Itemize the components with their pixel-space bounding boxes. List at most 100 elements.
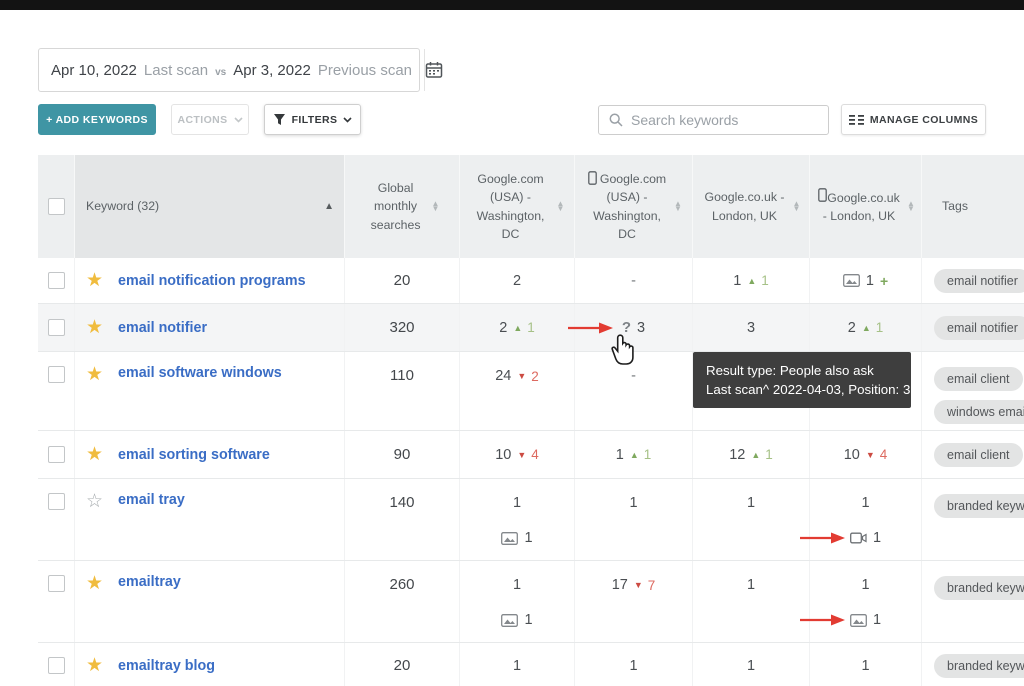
search-volume-value: 320 (389, 319, 414, 336)
keyword-link[interactable]: emailtray (118, 574, 181, 590)
column-header-tags[interactable]: Tags (922, 155, 1024, 258)
position-value: - (631, 273, 636, 289)
row-checkbox[interactable] (48, 446, 65, 463)
search-icon (609, 113, 623, 127)
position-cell: 2▲1 (460, 304, 575, 351)
search-volume-value: 20 (394, 657, 411, 674)
column-header-keyword[interactable]: Keyword (32) ▲ (75, 155, 345, 258)
search-keywords-input[interactable] (631, 112, 818, 128)
keyword-link[interactable]: email software windows (118, 365, 282, 381)
mobile-phone-icon (818, 191, 827, 205)
favorite-star-icon[interactable]: ★ (86, 656, 103, 675)
keyword-link[interactable]: email sorting software (118, 447, 270, 463)
table-row: ☆email tray140111111branded keyword (38, 479, 1024, 561)
favorite-star-icon[interactable]: ★ (86, 318, 103, 337)
tags-cell: email notifier (922, 258, 1024, 303)
position-change: ▲1 (513, 320, 534, 335)
favorite-star-outline-icon[interactable]: ☆ (86, 492, 103, 511)
column-header-google-uk-mobile[interactable]: Google.co.uk - London, UK ▲▼ (810, 155, 922, 258)
sort-icon: ▲▼ (557, 202, 565, 212)
sort-icon: ▲▼ (674, 202, 682, 212)
last-scan-date: Apr 10, 2022 (51, 62, 137, 79)
select-all-checkbox[interactable] (48, 198, 65, 215)
sort-icon: ▲▼ (793, 202, 801, 212)
favorite-star-icon[interactable]: ★ (86, 365, 103, 384)
row-checkbox[interactable] (48, 319, 65, 336)
position-value: 1 (747, 495, 755, 511)
actions-button[interactable]: ACTIONS (171, 104, 249, 135)
position-value: 1 (873, 612, 881, 628)
date-range-selector[interactable]: Apr 10, 2022 Last scan vs Apr 3, 2022 Pr… (38, 48, 420, 92)
keyword-link[interactable]: email notifier (118, 320, 207, 336)
column-header-google-us-desktop[interactable]: Google.com (USA) - Washington, DC ▲▼ (460, 155, 575, 258)
tags-cell: email client (922, 431, 1024, 478)
sort-icon: ▲▼ (907, 202, 915, 212)
row-checkbox[interactable] (48, 272, 65, 289)
filters-button[interactable]: FILTERS (264, 104, 361, 135)
keyword-rank-tracker-screen: Apr 10, 2022 Last scan vs Apr 3, 2022 Pr… (0, 0, 1024, 686)
favorite-star-icon[interactable]: ★ (86, 271, 103, 290)
position-cell: 17▼7 (575, 561, 693, 642)
row-checkbox[interactable] (48, 657, 65, 674)
keyword-link[interactable]: email notification programs (118, 273, 305, 289)
position-value: 1 (513, 658, 521, 674)
volume-column-label: Global monthly searches (365, 179, 427, 234)
tag-pill: branded keyword (934, 494, 1024, 518)
filters-label: FILTERS (292, 114, 338, 126)
position-value: 12 (729, 447, 745, 463)
column-header-google-uk-desktop[interactable]: Google.co.uk - London, UK ▲▼ (693, 155, 810, 258)
position-value: 1 (747, 577, 755, 593)
add-keywords-button[interactable]: + ADD KEYWORDS (38, 104, 156, 135)
position-cell: 11 (810, 479, 922, 560)
tag-pill: email client (934, 367, 1023, 391)
tag-pill: branded keyword (934, 654, 1024, 678)
tag-pill: windows email (934, 400, 1024, 424)
position-cell: 10▼4 (810, 431, 922, 478)
red-annotation-arrow (800, 532, 845, 544)
serp-feature-tooltip: Result type: People also ask Last scan^ … (693, 352, 911, 408)
position-change: ▲1 (747, 273, 768, 288)
position-cell: 1 (460, 643, 575, 686)
position-change: ▲1 (862, 320, 883, 335)
sort-asc-icon: ▲ (324, 199, 334, 214)
manage-columns-label: MANAGE COLUMNS (870, 114, 978, 126)
calendar-button[interactable] (424, 49, 443, 91)
keyword-link[interactable]: email tray (118, 492, 185, 508)
position-value: 1 (861, 495, 869, 511)
row-checkbox[interactable] (48, 493, 65, 510)
position-value: - (631, 368, 636, 384)
tags-cell: branded keyword (922, 643, 1024, 686)
column-header-volume[interactable]: Global monthly searches ▲▼ (345, 155, 460, 258)
position-value: 10 (844, 447, 860, 463)
chevron-down-icon (234, 117, 243, 123)
search-keywords-box (598, 105, 829, 135)
position-cell: 10▼4 (460, 431, 575, 478)
position-cell: 2 (460, 258, 575, 303)
manage-columns-button[interactable]: MANAGE COLUMNS (841, 104, 986, 135)
tags-cell: email notifier (922, 304, 1024, 351)
chevron-down-icon (343, 117, 352, 123)
position-cell: 1 (693, 561, 810, 642)
position-value: 3 (747, 320, 755, 336)
favorite-star-icon[interactable]: ★ (86, 574, 103, 593)
row-checkbox[interactable] (48, 575, 65, 592)
video-icon (850, 532, 867, 544)
keyword-link[interactable]: emailtray blog (118, 658, 215, 674)
position-value: 17 (612, 577, 628, 593)
position-value: 24 (495, 368, 511, 384)
position-value: 1 (513, 577, 521, 593)
position-cell: 11 (460, 561, 575, 642)
table-row: ★email sorting software9010▼41▲112▲110▼4… (38, 431, 1024, 479)
position-cell: 1▲1 (575, 431, 693, 478)
tag-pill: email client (934, 443, 1023, 467)
row-checkbox[interactable] (48, 366, 65, 383)
favorite-star-icon[interactable]: ★ (86, 445, 103, 464)
keyword-column-label: Keyword (32) (86, 197, 319, 215)
image-pack-icon (850, 614, 867, 627)
column-header-google-us-mobile[interactable]: Google.com (USA) - Washington, DC ▲▼ (575, 155, 693, 258)
position-value: 1 (629, 495, 637, 511)
position-value: 1 (873, 530, 881, 546)
previous-scan-date: Apr 3, 2022 (233, 62, 311, 79)
tag-pill: branded keyword (934, 576, 1024, 600)
position-value: 1 (747, 658, 755, 674)
